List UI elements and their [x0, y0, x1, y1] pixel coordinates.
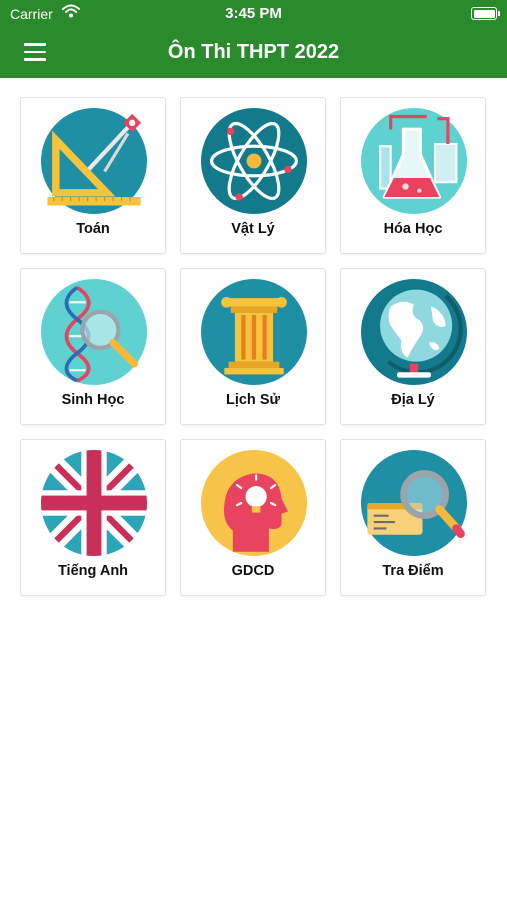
status-time: 3:45 PM — [225, 5, 282, 22]
subject-tile-toan[interactable]: Toán — [20, 97, 166, 254]
greek-column-icon — [201, 279, 307, 385]
subject-tile-tra-diem[interactable]: Tra Điểm — [340, 439, 486, 596]
subject-label: Toán — [76, 221, 110, 237]
subject-tile-vat-ly[interactable]: Vật Lý — [180, 97, 326, 254]
subject-tile-dia-ly[interactable]: Địa Lý — [340, 268, 486, 425]
globe-icon — [361, 279, 467, 385]
nav-bar: Ôn Thi THPT 2022 — [0, 28, 507, 78]
head-lightbulb-icon — [201, 450, 307, 556]
battery-icon — [471, 7, 500, 20]
subject-label: GDCD — [231, 563, 275, 579]
subject-tile-gdcd[interactable]: GDCD — [180, 439, 326, 596]
uk-flag-icon — [41, 450, 147, 556]
subject-tile-hoa-hoc[interactable]: Hóa Học — [340, 97, 486, 254]
subject-label: Tiếng Anh — [57, 563, 129, 579]
atom-icon — [201, 108, 307, 214]
geometry-tools-icon — [41, 108, 147, 214]
subject-tile-tieng-anh[interactable]: Tiếng Anh — [20, 439, 166, 596]
status-bar: Carrier 3:45 PM — [0, 0, 507, 28]
subject-label: Địa Lý — [391, 392, 435, 408]
subject-tile-sinh-hoc[interactable]: Sinh Học — [20, 268, 166, 425]
subject-label: Lịch Sử — [225, 392, 280, 408]
search-score-icon — [361, 450, 467, 556]
subject-label: Hóa Học — [383, 221, 443, 237]
chemistry-flask-icon — [361, 108, 467, 214]
subject-label: Tra Điểm — [382, 563, 444, 579]
subject-tile-lich-su[interactable]: Lịch Sử — [180, 268, 326, 425]
subject-label: Vật Lý — [231, 221, 275, 237]
page-title: Ôn Thi THPT 2022 — [167, 41, 340, 63]
dna-magnifier-icon — [41, 279, 147, 385]
subject-label: Sinh Học — [61, 392, 125, 408]
subject-grid: Toán Vật Lý Hóa Học Sinh Học Lịch Sử Địa… — [20, 97, 487, 596]
